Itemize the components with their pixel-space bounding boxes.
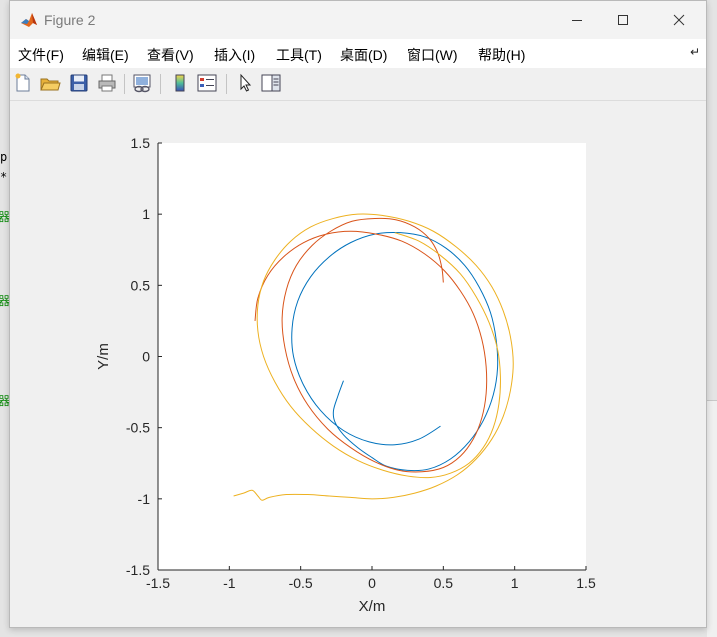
- save-icon: [70, 74, 88, 92]
- menu-tools[interactable]: 工具(T): [276, 45, 322, 65]
- x-axis-label: X/m: [359, 598, 386, 615]
- property-inspector-button[interactable]: [260, 72, 282, 94]
- y-tick-label: -0.5: [126, 420, 150, 436]
- background-panel: [707, 400, 717, 637]
- insert-colorbar-button[interactable]: [169, 72, 191, 94]
- print-button[interactable]: [96, 72, 118, 94]
- matlab-logo-icon: [21, 13, 37, 27]
- open-file-button[interactable]: [39, 72, 61, 94]
- save-button[interactable]: [68, 72, 90, 94]
- insert-colorbar-icon: [175, 74, 185, 92]
- maximize-button[interactable]: [600, 1, 646, 39]
- toolbar-separator: [160, 74, 161, 94]
- dock-arrow-icon[interactable]: ↵: [690, 45, 700, 59]
- x-tick-label: 1.5: [576, 575, 596, 591]
- menu-desktop[interactable]: 桌面(D): [340, 45, 387, 65]
- background-code-fragment: p: [0, 150, 8, 164]
- title-bar[interactable]: Figure 2: [10, 1, 706, 39]
- edit-plot-button[interactable]: [234, 72, 256, 94]
- x-tick-label: -1: [223, 575, 236, 591]
- window-title: Figure 2: [44, 12, 96, 28]
- link-plot-icon: [133, 74, 151, 93]
- y-tick-label: -1: [138, 491, 151, 507]
- x-tick-label: 0.5: [434, 575, 454, 591]
- link-plot-button[interactable]: [131, 72, 153, 94]
- x-tick-label: 1: [511, 575, 519, 591]
- figure-window: Figure 2 文件(F) 编辑(E) 查看(V) 插入(I) 工具(T) 桌…: [9, 0, 707, 628]
- y-axis-label: Y/m: [95, 343, 112, 370]
- menu-window[interactable]: 窗口(W): [407, 45, 458, 65]
- x-tick-label: 0: [368, 575, 376, 591]
- new-figure-icon: [15, 73, 30, 92]
- figure-canvas[interactable]: -1.5 -1 -0.5 0 0.5 1 1.5-1.5-1-0.500.511.5X/mY…: [10, 101, 708, 629]
- toolbar-separator: [124, 74, 125, 94]
- y-tick-label: 1.5: [131, 135, 151, 151]
- minimize-icon: [572, 20, 582, 21]
- menu-bar: 文件(F) 编辑(E) 查看(V) 插入(I) 工具(T) 桌面(D) 窗口(W…: [10, 39, 706, 69]
- close-icon: [673, 14, 685, 26]
- toolbar-separator: [226, 74, 227, 94]
- y-tick-label: 0.5: [131, 277, 151, 293]
- edit-plot-pointer-icon: [240, 73, 252, 92]
- background-code-fragment: *: [0, 170, 8, 184]
- insert-legend-button[interactable]: [196, 72, 218, 94]
- property-inspector-icon: [261, 74, 281, 92]
- menu-view[interactable]: 查看(V): [147, 45, 194, 65]
- insert-legend-icon: [197, 74, 217, 92]
- menu-help[interactable]: 帮助(H): [478, 45, 525, 65]
- x-tick-label: -0.5: [289, 575, 313, 591]
- new-figure-button[interactable]: [12, 72, 34, 94]
- menu-file[interactable]: 文件(F): [18, 45, 64, 65]
- minimize-button[interactable]: [554, 1, 600, 39]
- open-file-icon: [40, 78, 61, 91]
- y-tick-label: -1.5: [126, 562, 150, 578]
- y-tick-label: 1: [142, 206, 150, 222]
- y-tick-label: 0: [142, 349, 150, 365]
- menu-insert[interactable]: 插入(I): [214, 45, 255, 65]
- figure-toolbar: [10, 68, 706, 101]
- maximize-icon: [618, 15, 628, 25]
- axes-background: [158, 143, 586, 570]
- menu-edit[interactable]: 编辑(E): [82, 45, 129, 65]
- close-button[interactable]: [656, 1, 702, 39]
- print-icon: [98, 74, 116, 92]
